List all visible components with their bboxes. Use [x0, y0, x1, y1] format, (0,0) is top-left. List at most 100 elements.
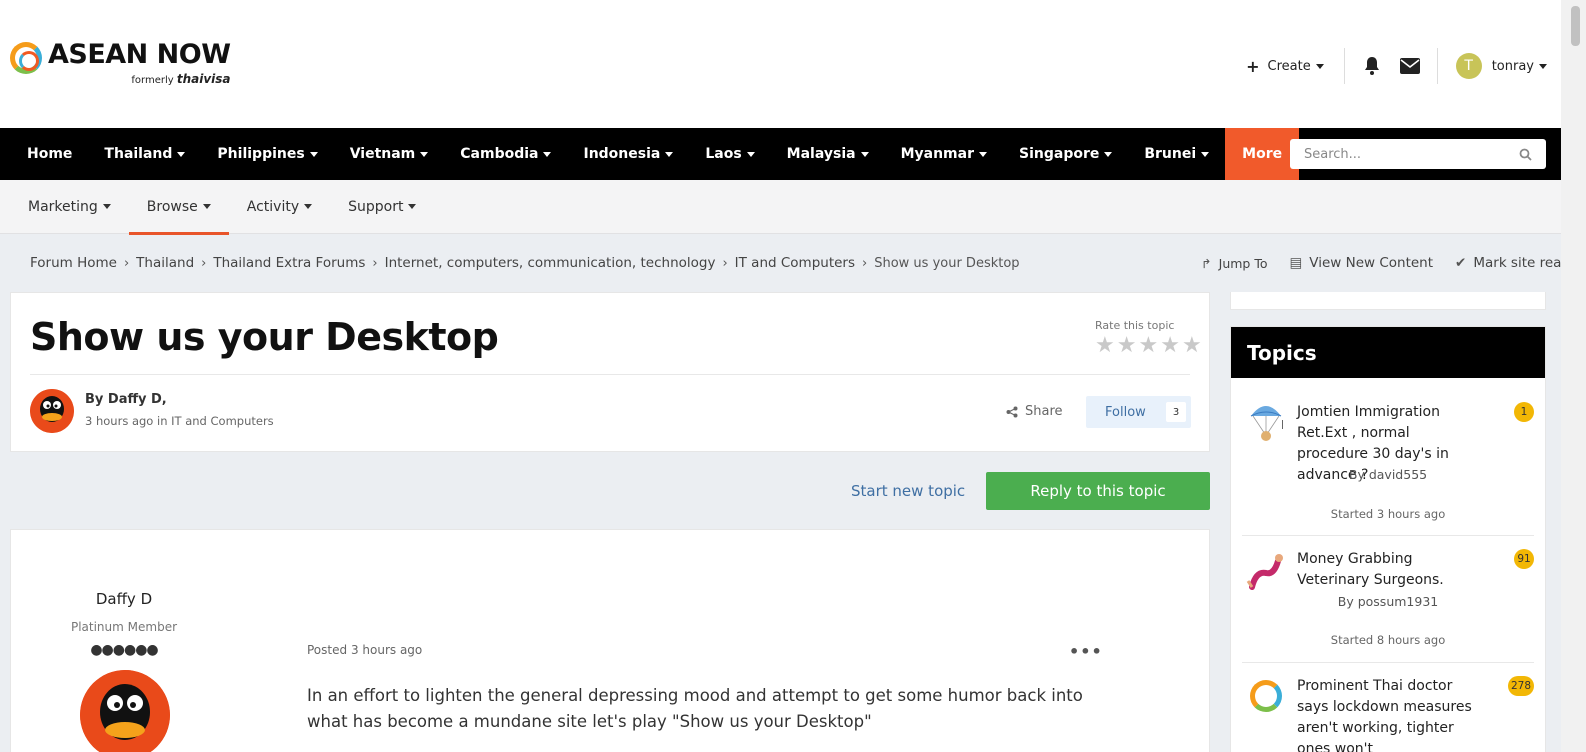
rate-label: Rate this topic — [1095, 319, 1175, 332]
search-box — [1290, 139, 1546, 169]
topic-meta: 3 hours ago in IT and Computers — [85, 414, 274, 428]
divider — [1436, 48, 1438, 84]
topics-heading: Topics — [1231, 327, 1545, 378]
post: Daffy D Platinum Member ●●●●●● Posted 3 … — [10, 529, 1210, 752]
star-icon[interactable]: ★ — [1182, 335, 1202, 357]
nav-item-cambodia[interactable]: Cambodia — [444, 128, 567, 180]
breadcrumb-internet[interactable]: Internet, computers, communication, tech… — [385, 255, 716, 271]
topic-title[interactable]: Money Grabbing Veterinary Surgeons. — [1297, 549, 1479, 591]
chevron-right-icon: › — [372, 255, 378, 271]
messages-button[interactable] — [1395, 51, 1425, 81]
breadcrumb-forum-home[interactable]: Forum Home — [30, 255, 117, 271]
caret-down-icon — [665, 151, 674, 157]
caret-down-icon — [177, 151, 186, 157]
topic-author[interactable]: By possum1931 — [1297, 594, 1479, 609]
logo-ring-icon — [10, 42, 42, 74]
topic-title[interactable]: Prominent Thai doctor says lockdown meas… — [1297, 676, 1479, 752]
jump-to-link[interactable]: ↱ Jump To — [1201, 256, 1267, 271]
start-new-topic-link[interactable]: Start new topic — [851, 482, 965, 500]
caret-down-icon — [102, 204, 111, 209]
nav-item-vietnam[interactable]: Vietnam — [334, 128, 445, 180]
subnav-activity[interactable]: Activity — [229, 180, 330, 234]
search-icon[interactable] — [1519, 148, 1532, 161]
page-scrollbar[interactable] — [1561, 0, 1586, 752]
topic-started: Started 8 hours ago — [1330, 633, 1446, 647]
reply-count-badge: 1 — [1514, 402, 1534, 422]
star-icon[interactable]: ★ — [1160, 335, 1180, 357]
caret-down-icon — [304, 204, 313, 209]
nav-item-malaysia[interactable]: Malaysia — [771, 128, 885, 180]
reputation-pips: ●●●●●● — [90, 642, 158, 658]
caret-down-icon — [408, 204, 417, 209]
topic-rating: Rate this topic ★ ★ ★ ★ ★ — [1095, 319, 1202, 357]
topic-list-item[interactable]: Prominent Thai doctor says lockdown meas… — [1242, 664, 1534, 752]
caret-down-icon — [746, 151, 755, 157]
forum-link[interactable]: IT and Computers — [171, 414, 274, 428]
share-button[interactable]: Share — [1006, 404, 1063, 419]
nav-item-brunei[interactable]: Brunei — [1128, 128, 1225, 180]
user-avatar[interactable]: T — [1455, 53, 1482, 79]
nav-item-laos[interactable]: Laos — [689, 128, 770, 180]
search-input[interactable] — [1304, 146, 1519, 162]
logo-name: ASEAN NOW — [48, 39, 231, 70]
asean-now-avatar-icon — [1250, 680, 1282, 712]
breadcrumb-current: Show us your Desktop — [874, 255, 1020, 271]
post-body: In an effort to lighten the general depr… — [307, 686, 1083, 731]
caret-down-icon — [979, 151, 987, 157]
caret-down-icon — [1539, 63, 1547, 69]
poster-avatar[interactable] — [80, 670, 170, 752]
star-icon[interactable]: ★ — [1138, 335, 1158, 357]
logo-formerly: formerly thaivisa — [131, 72, 231, 86]
nav-item-home[interactable]: Home — [0, 128, 88, 180]
breadcrumb-extra-forums[interactable]: Thailand Extra Forums — [213, 255, 365, 271]
reply-count-badge: 278 — [1507, 676, 1534, 696]
nav-item-indonesia[interactable]: Indonesia — [567, 128, 689, 180]
topic-author[interactable]: By david555 — [1297, 467, 1479, 482]
subnav-support[interactable]: Support — [330, 180, 434, 234]
nav-item-more[interactable]: More — [1225, 128, 1300, 180]
mark-site-read-link[interactable]: ✔ Mark site read — [1455, 255, 1570, 271]
plus-icon: + — [1246, 56, 1260, 76]
parachute-avatar-icon — [1250, 406, 1283, 441]
primary-nav: Home Thailand Philippines Vietnam Cambod… — [0, 128, 1561, 180]
nav-item-myanmar[interactable]: Myanmar — [885, 128, 1003, 180]
notifications-button[interactable] — [1357, 51, 1387, 81]
site-logo[interactable]: ASEAN NOW formerly thaivisa — [10, 40, 231, 86]
view-new-content-link[interactable]: ▤ View New Content — [1290, 255, 1434, 271]
chevron-right-icon: › — [123, 255, 130, 271]
caret-down-icon — [543, 151, 552, 157]
more-options-icon[interactable]: ••• — [1069, 642, 1103, 661]
star-icon[interactable]: ★ — [1117, 335, 1137, 357]
topic-list-item[interactable]: Jomtien Immigration Ret.Ext , normal pro… — [1242, 388, 1534, 536]
nav-item-thailand[interactable]: Thailand — [88, 128, 201, 180]
breadcrumb-thailand[interactable]: Thailand — [136, 255, 194, 271]
breadcrumb-it-computers[interactable]: IT and Computers — [735, 255, 855, 271]
subnav-marketing[interactable]: Marketing — [10, 180, 129, 234]
check-icon: ✔ — [1455, 255, 1467, 271]
chevron-right-icon: › — [862, 255, 868, 271]
nav-item-singapore[interactable]: Singapore — [1003, 128, 1128, 180]
reply-count-badge: 91 — [1514, 549, 1534, 569]
reply-button[interactable]: Reply to this topic — [986, 472, 1210, 510]
poster-name[interactable]: Daffy D — [11, 590, 237, 608]
caret-down-icon — [1315, 63, 1324, 69]
bell-icon — [1364, 57, 1379, 75]
envelope-icon — [1399, 58, 1420, 74]
author-name[interactable]: By Daffy D, — [85, 392, 167, 407]
poster-rank: Platinum Member — [70, 620, 178, 634]
nav-item-philippines[interactable]: Philippines — [201, 128, 333, 180]
user-menu[interactable]: tonray — [1492, 59, 1547, 74]
star-icon[interactable]: ★ — [1095, 335, 1115, 357]
chevron-right-icon: › — [722, 255, 728, 271]
gymnast-avatar-icon — [1246, 554, 1283, 590]
subnav-browse[interactable]: Browse — [128, 180, 229, 235]
divider — [1343, 48, 1345, 84]
author-avatar[interactable] — [30, 389, 74, 433]
create-button[interactable]: + Create — [1234, 57, 1336, 76]
follow-button[interactable]: Follow 3 — [1086, 396, 1191, 428]
secondary-nav: Marketing Browse Activity Support — [0, 180, 1561, 235]
site-header: ASEAN NOW formerly thaivisa + Create T t… — [0, 0, 1561, 128]
scrollbar-thumb[interactable] — [1571, 6, 1580, 46]
follow-count: 3 — [1166, 402, 1186, 422]
topic-list-item[interactable]: Money Grabbing Veterinary Surgeons. By p… — [1242, 537, 1534, 663]
